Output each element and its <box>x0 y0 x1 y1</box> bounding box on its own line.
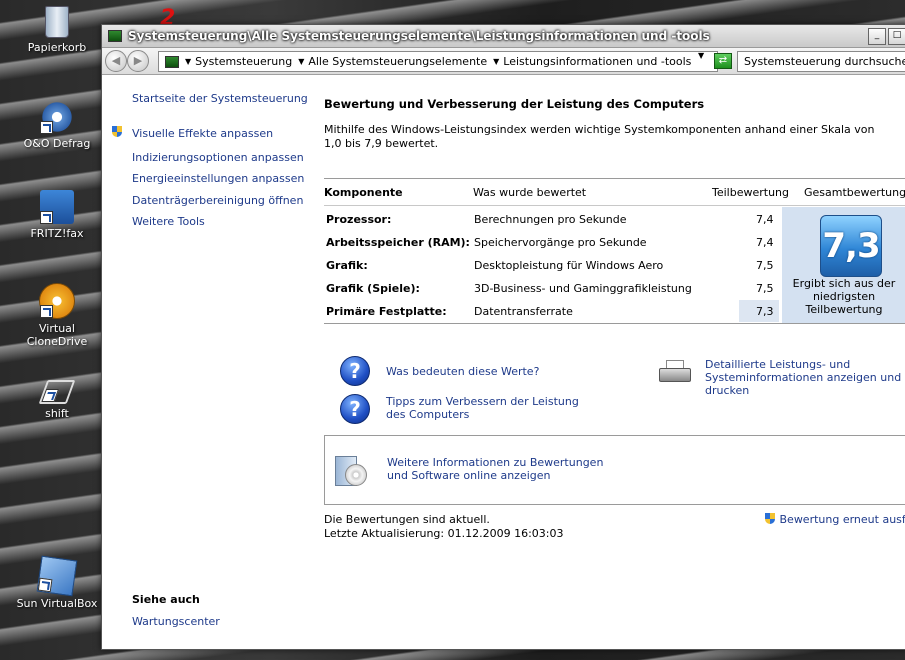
printer-icon <box>659 360 691 382</box>
control-panel-icon <box>165 55 179 68</box>
column-header-component: Komponente <box>324 186 403 199</box>
shortcut-arrow-icon <box>40 305 53 318</box>
nav-control-panel-home[interactable]: Startseite der Systemsteuerung <box>132 92 308 105</box>
desktop-icon-sun-virtualbox[interactable]: Sun VirtualBox <box>9 555 105 610</box>
table-top-divider <box>324 178 905 179</box>
shortcut-arrow-icon <box>37 577 53 593</box>
desktop-icon-shift[interactable]: shift <box>9 380 105 420</box>
link-online-info[interactable]: Weitere Informationen zu Bewertungen und… <box>387 456 617 482</box>
column-header-subscore: Teilbewertung <box>712 186 790 199</box>
base-score-panel: 7,3 Ergibt sich aus der niedrigsten Teil… <box>782 207 905 323</box>
shortcut-arrow-icon <box>40 121 53 134</box>
column-header-basescore: Gesamtbewertung <box>804 186 905 199</box>
desktop-icon-label: Sun VirtualBox <box>16 597 98 610</box>
base-score-caption: Ergibt sich aus der niedrigsten Teilbewe… <box>792 277 896 316</box>
desktop-icon-fritzfax[interactable]: FRITZ!fax <box>9 190 105 240</box>
recycle-bin-icon <box>45 6 69 38</box>
rated-item: Speichervorgänge pro Sekunde <box>474 236 647 249</box>
desktop-icon-label: O&O Defrag <box>23 137 91 150</box>
subscore-value: 7,4 <box>756 213 774 226</box>
subscore-value: 7,4 <box>756 236 774 249</box>
nav-visual-effects[interactable]: Visuelle Effekte anpassen <box>132 127 273 140</box>
desktop-icon-oo-defrag[interactable]: O&O Defrag <box>9 100 105 150</box>
nav-power-settings[interactable]: Energieeinstellungen anpassen <box>132 172 304 185</box>
rated-item: Desktopleistung für Windows Aero <box>474 259 664 272</box>
software-disc-icon <box>335 452 367 486</box>
component-name: Arbeitsspeicher (RAM): <box>326 236 470 249</box>
fax-icon <box>40 190 74 224</box>
desktop-icon-label: Virtual CloneDrive <box>26 322 88 348</box>
base-score-badge: 7,3 <box>820 215 882 277</box>
shift-icon <box>38 380 76 404</box>
chevron-down-icon[interactable]: ▼ <box>298 57 304 66</box>
desktop-icon-label: shift <box>45 407 69 420</box>
help-question-icon: ? <box>340 356 370 386</box>
rated-item: Datentransferrate <box>474 305 573 318</box>
breadcrumb-item[interactable]: ▼ Systemsteuerung <box>185 55 292 68</box>
rerun-assessment-label[interactable]: Bewertung erneut ausführen <box>780 513 905 526</box>
main-content: Bewertung und Verbesserung der Leistung … <box>324 75 905 649</box>
desktop-icon-label: Papierkorb <box>27 41 87 54</box>
control-panel-icon <box>108 30 122 42</box>
nav-disk-cleanup[interactable]: Datenträgerbereinigung öffnen <box>132 194 303 207</box>
task-pane: Startseite der Systemsteuerung Visuelle … <box>102 75 308 649</box>
chevron-down-icon[interactable]: ▼ <box>493 57 499 66</box>
search-input[interactable]: Systemsteuerung durchsuchen <box>737 51 905 72</box>
chevron-down-icon[interactable]: ▼ <box>185 57 191 66</box>
subscore-value: 7,5 <box>756 259 774 272</box>
address-field[interactable]: ▼ Systemsteuerung ▼ Alle Systemsteuerungse… <box>158 51 718 72</box>
component-name: Grafik: <box>326 259 368 272</box>
column-header-rated: Was wurde bewertet <box>473 186 587 199</box>
window-titlebar[interactable]: Systemsteuerung\Alle Systemsteuerungsele… <box>102 25 905 48</box>
address-history-dropdown-icon[interactable]: ▼ <box>698 51 704 60</box>
component-name: Prozessor: <box>326 213 392 226</box>
desktop-icon-virtual-clonedrive[interactable]: Virtual CloneDrive <box>9 283 105 348</box>
virtualbox-icon <box>36 555 78 597</box>
desktop-icon-label: FRITZ!fax <box>30 227 84 240</box>
see-also-heading: Siehe auch <box>132 593 200 606</box>
minimize-button[interactable]: _ <box>868 28 886 45</box>
shortcut-arrow-icon <box>41 389 60 402</box>
desktop-icon-recycle-bin[interactable]: Papierkorb <box>9 6 105 54</box>
component-name: Grafik (Spiele): <box>326 282 420 295</box>
shortcut-arrow-icon <box>40 211 53 224</box>
maximize-button[interactable]: □ <box>888 28 905 45</box>
window-title: Systemsteuerung\Alle Systemsteuerungsele… <box>128 29 710 43</box>
link-what-do-scores-mean[interactable]: Was bedeuten diese Werte? <box>386 365 539 378</box>
page-description: Mithilfe des Windows-Leistungsindex werd… <box>324 123 875 150</box>
back-button[interactable]: ◀ <box>105 50 127 72</box>
breadcrumb-item[interactable]: ▼ Leistungsinformationen und -tools <box>493 55 691 68</box>
status-last-update: Letzte Aktualisierung: 01.12.2009 16:03:… <box>324 527 564 540</box>
subscore-value: 7,3 <box>756 305 774 318</box>
component-name: Primäre Festplatte: <box>326 305 447 318</box>
nav-indexing-options[interactable]: Indizierungsoptionen anpassen <box>132 151 304 164</box>
forward-button[interactable]: ▶ <box>127 50 149 72</box>
table-bottom-divider <box>324 323 905 324</box>
status-text: Die Bewertungen sind aktuell. Letzte Akt… <box>324 513 564 541</box>
link-performance-tips[interactable]: Tipps zum Verbessern der Leistung des Co… <box>386 395 596 421</box>
nav-action-center[interactable]: Wartungscenter <box>132 615 220 628</box>
control-panel-window: Systemsteuerung\Alle Systemsteuerungsele… <box>101 24 905 650</box>
uac-shield-icon <box>765 513 776 525</box>
help-question-icon: ? <box>340 394 370 424</box>
clonedrive-icon <box>39 283 75 319</box>
rated-item: Berechnungen pro Sekunde <box>474 213 627 226</box>
address-bar: ◀ ▶ ▼ Systemsteuerung ▼ Alle Systemsteueru… <box>102 48 905 75</box>
nav-more-tools[interactable]: Weitere Tools <box>132 215 205 228</box>
defrag-icon <box>40 100 74 134</box>
subscore-value: 7,5 <box>756 282 774 295</box>
rated-item: 3D-Business- und Gaminggrafikleistung <box>474 282 692 295</box>
link-detailed-info[interactable]: Detaillierte Leistungs- und Systeminform… <box>705 358 905 397</box>
online-info-box: Weitere Informationen zu Bewertungen und… <box>324 435 905 505</box>
rerun-assessment-button[interactable]: Bewertung erneut ausführen <box>765 513 905 526</box>
uac-shield-icon <box>112 126 123 138</box>
breadcrumb-item[interactable]: ▼ Alle Systemsteuerungselemente <box>298 55 487 68</box>
table-header-divider <box>324 205 905 206</box>
refresh-button[interactable]: ⇄ <box>714 53 732 69</box>
status-current: Die Bewertungen sind aktuell. <box>324 513 490 526</box>
page-title: Bewertung und Verbesserung der Leistung … <box>324 97 705 111</box>
